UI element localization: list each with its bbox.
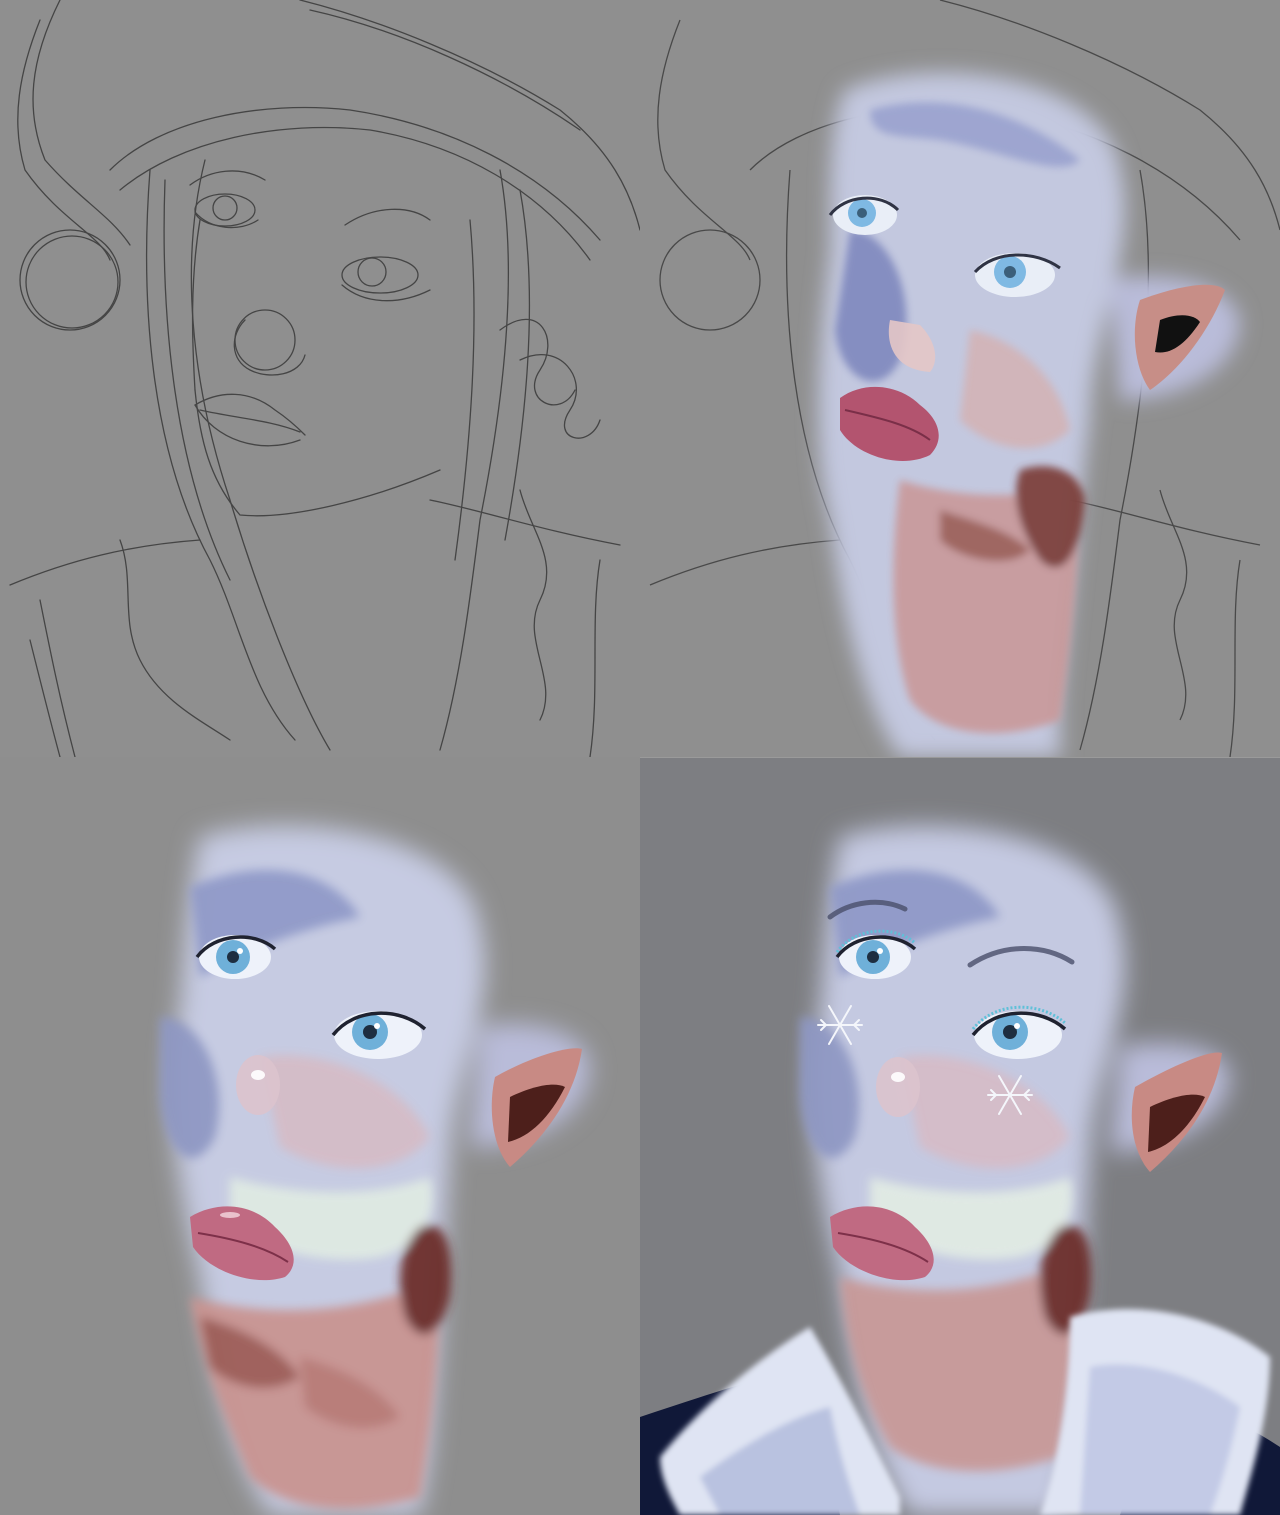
refined-drawing <box>160 825 590 1515</box>
process-collage <box>0 0 1280 1515</box>
final-panel <box>640 757 1280 1515</box>
base-color-panel <box>640 0 1280 757</box>
sketch-drawing <box>9 0 640 757</box>
refined-panel <box>0 757 640 1515</box>
panel-divider <box>640 757 1280 758</box>
final-drawing <box>640 825 1280 1515</box>
base-color-drawing <box>649 0 1280 757</box>
sketch-panel <box>0 0 640 757</box>
